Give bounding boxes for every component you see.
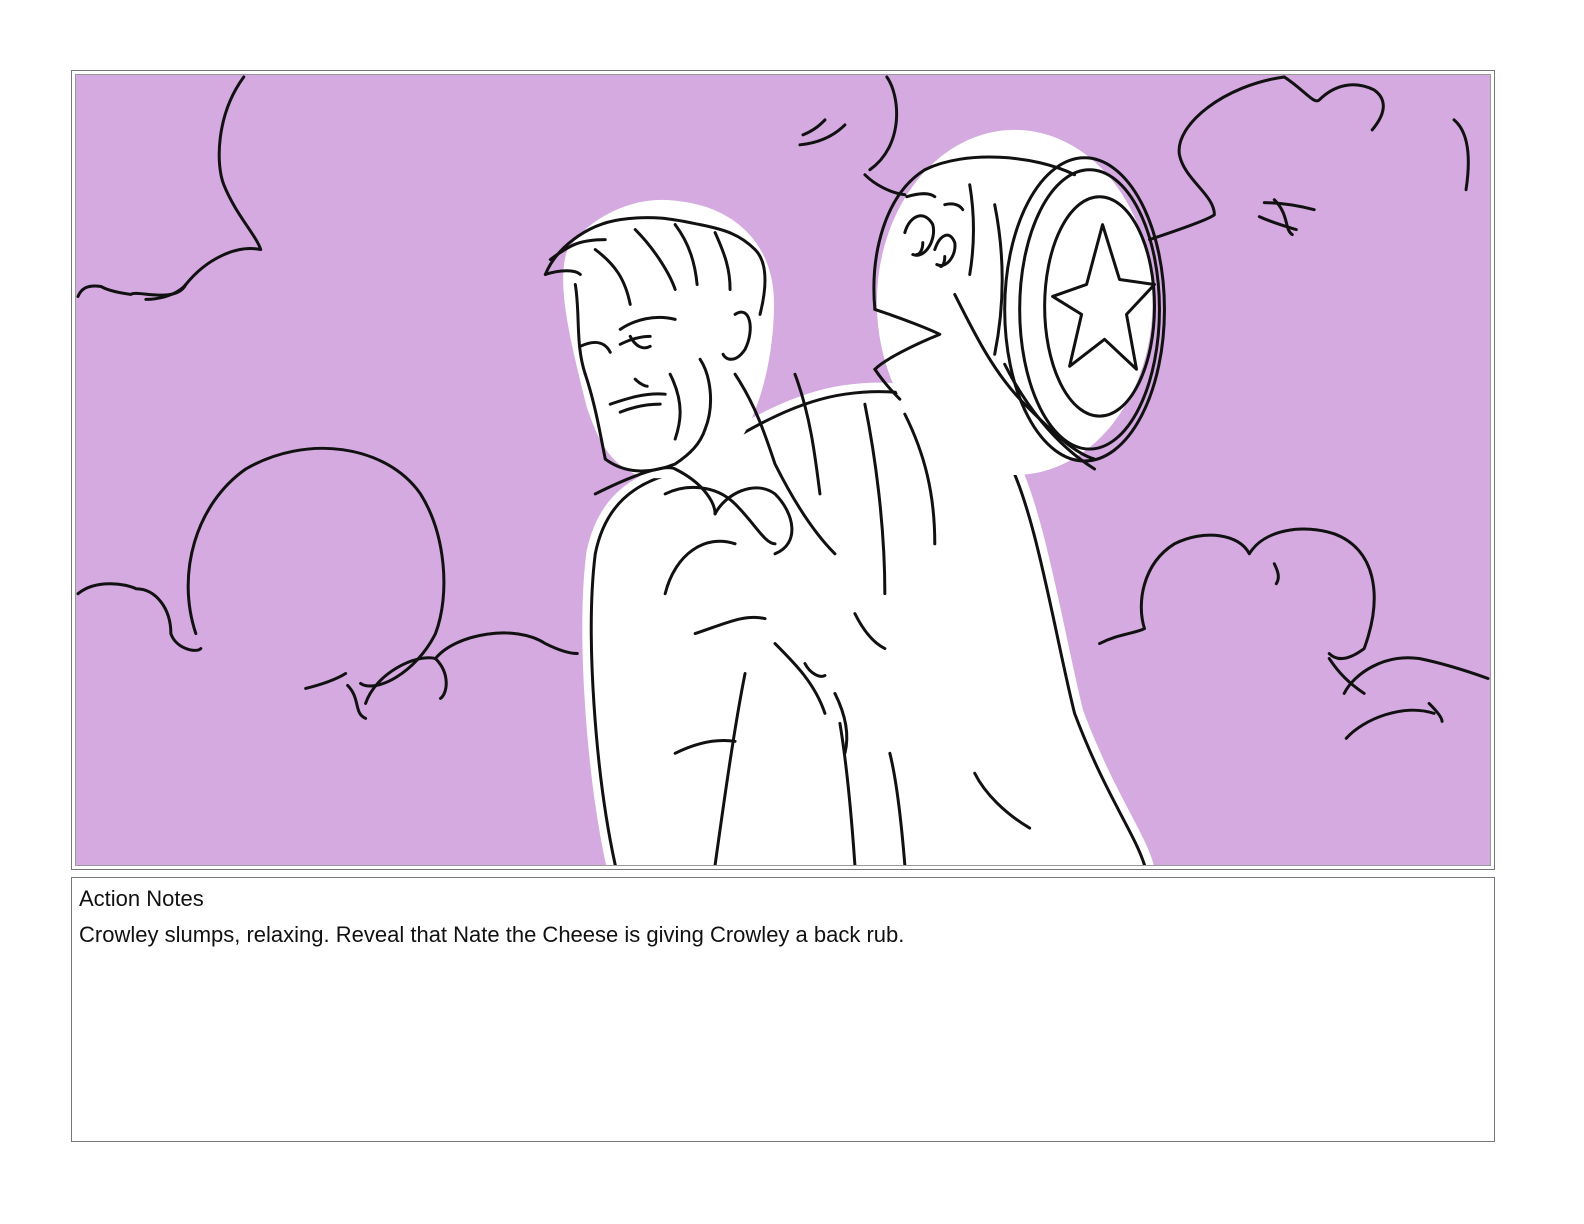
action-notes-text: Crowley slumps, relaxing. Reveal that Na… bbox=[79, 922, 905, 947]
storyboard-art bbox=[75, 74, 1491, 866]
storyboard-panel bbox=[71, 70, 1495, 870]
action-notes-heading: Action Notes bbox=[79, 886, 204, 911]
action-notes-box: Action Notes Crowley slumps, relaxing. R… bbox=[71, 877, 1495, 1142]
